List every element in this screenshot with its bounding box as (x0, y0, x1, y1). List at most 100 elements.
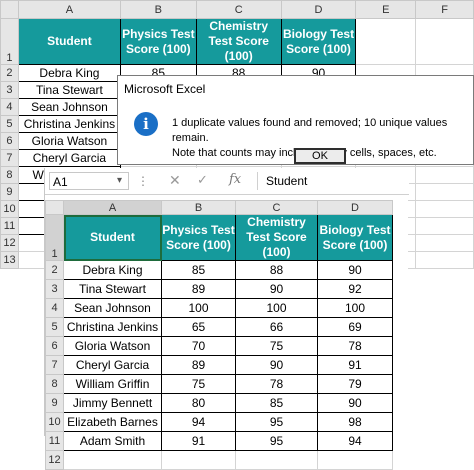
biology-cell[interactable]: 91 (317, 355, 393, 375)
student-cell[interactable] (63, 450, 162, 470)
physics-cell[interactable]: 100 (161, 298, 236, 318)
physics-cell[interactable]: 80 (161, 393, 236, 413)
row-header[interactable]: 8 (0, 166, 19, 184)
empty-cell[interactable] (415, 200, 474, 218)
student-cell[interactable]: Gloria Watson (17, 132, 121, 150)
physics-cell[interactable]: 85 (161, 260, 236, 280)
header-physics[interactable]: Physics Test Score (100) (161, 214, 236, 261)
physics-cell[interactable]: 75 (161, 374, 236, 394)
header-biology[interactable]: Biology Test Score (100) (317, 214, 393, 261)
row-header[interactable]: 10 (45, 412, 64, 432)
row-header[interactable]: 10 (0, 200, 19, 218)
empty-cell[interactable] (415, 18, 474, 65)
physics-cell[interactable] (161, 450, 236, 470)
empty-cell[interactable] (415, 217, 474, 235)
ok-button[interactable]: OK (294, 148, 346, 164)
physics-cell[interactable]: 65 (161, 317, 236, 337)
formula-input[interactable]: Student (257, 172, 405, 190)
row-header[interactable]: 1 (0, 18, 19, 65)
student-cell[interactable]: Elizabeth Barnes (63, 412, 162, 432)
empty-cell[interactable] (415, 183, 474, 201)
biology-cell[interactable]: 69 (317, 317, 393, 337)
column-header-c[interactable]: C (235, 200, 318, 215)
row-header[interactable]: 3 (0, 81, 19, 99)
column-header-d[interactable]: D (317, 200, 393, 215)
cancel-icon[interactable]: ✕ (169, 171, 181, 189)
student-cell[interactable]: Tina Stewart (63, 279, 162, 299)
student-cell[interactable]: Gloria Watson (63, 336, 162, 356)
biology-cell[interactable]: 90 (317, 393, 393, 413)
row-header[interactable]: 2 (0, 64, 19, 82)
chemistry-cell[interactable]: 85 (235, 393, 318, 413)
column-header-b[interactable]: B (119, 0, 197, 19)
column-header-a[interactable]: A (17, 0, 121, 19)
student-cell[interactable]: Sean Johnson (63, 298, 162, 318)
chemistry-cell[interactable]: 88 (235, 260, 318, 280)
row-header[interactable]: 5 (0, 115, 19, 133)
chevron-down-icon[interactable]: ▾ (117, 172, 122, 190)
row-header[interactable]: 6 (45, 336, 64, 356)
student-cell[interactable]: William Griffin (63, 374, 162, 394)
empty-cell[interactable] (415, 166, 474, 184)
header-student[interactable]: Student (17, 18, 121, 65)
biology-cell[interactable]: 90 (317, 260, 393, 280)
row-header[interactable]: 5 (45, 317, 64, 337)
column-header-d[interactable]: D (280, 0, 357, 19)
chemistry-cell[interactable]: 90 (235, 279, 318, 299)
empty-cell[interactable] (415, 234, 474, 252)
student-cell[interactable]: Debra King (63, 260, 162, 280)
physics-cell[interactable]: 94 (161, 412, 236, 432)
header-physics[interactable]: Physics Test Score (100) (119, 18, 197, 65)
student-cell[interactable]: Debra King (17, 64, 121, 82)
chemistry-cell[interactable]: 95 (235, 412, 318, 432)
chemistry-cell[interactable]: 90 (235, 355, 318, 375)
physics-cell[interactable]: 91 (161, 431, 236, 451)
column-header-c[interactable]: C (195, 0, 282, 19)
column-header-a[interactable]: A (63, 200, 162, 215)
student-cell[interactable]: Christina Jenkins (17, 115, 121, 133)
chemistry-cell[interactable]: 95 (235, 431, 318, 451)
row-header[interactable]: 4 (0, 98, 19, 116)
column-header-f[interactable]: F (415, 0, 474, 19)
student-cell[interactable]: Jimmy Bennett (63, 393, 162, 413)
physics-cell[interactable]: 70 (161, 336, 236, 356)
biology-cell[interactable] (317, 450, 393, 470)
biology-cell[interactable]: 78 (317, 336, 393, 356)
column-header-e[interactable]: E (355, 0, 417, 19)
chemistry-cell[interactable]: 75 (235, 336, 318, 356)
chemistry-cell[interactable]: 78 (235, 374, 318, 394)
biology-cell[interactable]: 100 (317, 298, 393, 318)
chemistry-cell[interactable] (235, 450, 318, 470)
physics-cell[interactable]: 89 (161, 279, 236, 299)
row-header[interactable]: 8 (45, 374, 64, 394)
student-cell[interactable]: Christina Jenkins (63, 317, 162, 337)
physics-cell[interactable]: 89 (161, 355, 236, 375)
header-chemistry[interactable]: Chemistry Test Score (100) (235, 214, 318, 261)
chemistry-cell[interactable]: 66 (235, 317, 318, 337)
biology-cell[interactable]: 98 (317, 412, 393, 432)
biology-cell[interactable]: 94 (317, 431, 393, 451)
row-header[interactable]: 12 (0, 234, 19, 252)
biology-cell[interactable]: 92 (317, 279, 393, 299)
insert-function-icon[interactable]: fx (229, 171, 241, 189)
column-header-b[interactable]: B (161, 200, 236, 215)
header-chemistry[interactable]: Chemistry Test Score (100) (195, 18, 282, 65)
student-cell[interactable]: Cheryl Garcia (17, 149, 121, 167)
select-all-corner[interactable] (0, 0, 19, 19)
row-header[interactable]: 7 (0, 149, 19, 167)
header-biology[interactable]: Biology Test Score (100) (280, 18, 357, 65)
row-header[interactable]: 9 (45, 393, 64, 413)
row-header[interactable]: 1 (45, 214, 64, 261)
student-cell[interactable]: Sean Johnson (17, 98, 121, 116)
row-header[interactable]: 9 (0, 183, 19, 201)
row-header[interactable]: 7 (45, 355, 64, 375)
biology-cell[interactable]: 79 (317, 374, 393, 394)
enter-icon[interactable]: ✓ (197, 171, 208, 189)
row-header[interactable]: 12 (45, 450, 64, 470)
chemistry-cell[interactable]: 100 (235, 298, 318, 318)
empty-cell[interactable] (415, 251, 474, 269)
student-cell[interactable]: Tina Stewart (17, 81, 121, 99)
row-header[interactable]: 13 (0, 251, 19, 269)
row-header[interactable]: 11 (0, 217, 19, 235)
select-all-corner[interactable] (45, 200, 64, 215)
